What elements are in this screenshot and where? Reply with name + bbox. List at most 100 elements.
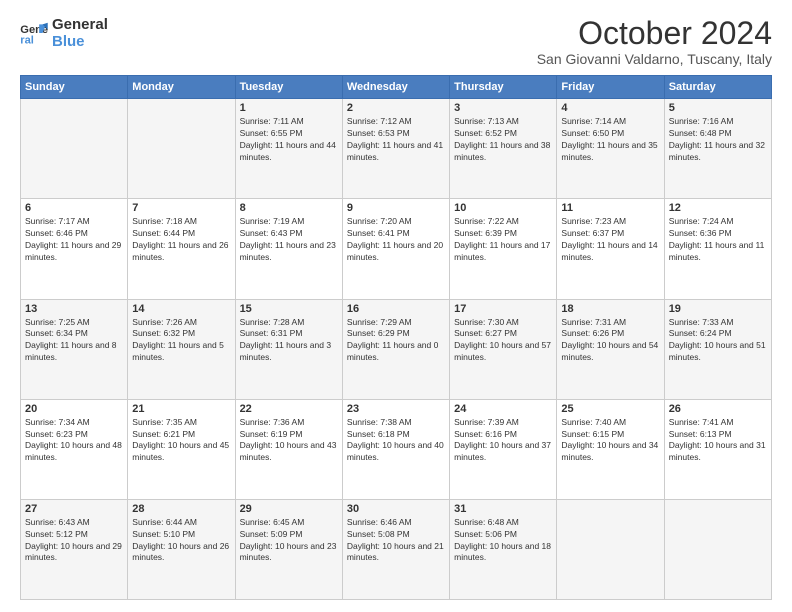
day-detail: Sunrise: 7:38 AMSunset: 6:18 PMDaylight:… [347, 417, 445, 465]
calendar-cell: 14Sunrise: 7:26 AMSunset: 6:32 PMDayligh… [128, 299, 235, 399]
calendar-cell: 2Sunrise: 7:12 AMSunset: 6:53 PMDaylight… [342, 99, 449, 199]
day-number: 30 [347, 503, 445, 515]
day-number: 10 [454, 202, 552, 214]
calendar-cell [128, 99, 235, 199]
day-detail: Sunrise: 7:11 AMSunset: 6:55 PMDaylight:… [240, 116, 338, 164]
calendar-cell: 3Sunrise: 7:13 AMSunset: 6:52 PMDaylight… [450, 99, 557, 199]
weekday-header-row: SundayMondayTuesdayWednesdayThursdayFrid… [21, 76, 772, 99]
day-detail: Sunrise: 6:46 AMSunset: 5:08 PMDaylight:… [347, 517, 445, 565]
day-number: 1 [240, 102, 338, 114]
calendar-cell: 7 Sunrise: 7:18 AMSunset: 6:44 PMDaylight… [128, 199, 235, 299]
day-number: 28 [132, 503, 230, 515]
day-detail: Sunrise: 6:43 AMSunset: 5:12 PMDaylight:… [25, 517, 123, 565]
calendar-cell [664, 499, 771, 599]
weekday-header-friday: Friday [557, 76, 664, 99]
day-number: 15 [240, 303, 338, 315]
day-number: 9 [347, 202, 445, 214]
calendar-cell: 11 Sunrise: 7:23 AMSunset: 6:37 PMDayligh… [557, 199, 664, 299]
day-detail: Sunrise: 7:28 AMSunset: 6:31 PMDaylight:… [240, 317, 338, 365]
day-detail: Sunrise: 7:40 AMSunset: 6:15 PMDaylight:… [561, 417, 659, 465]
calendar-cell: 28 Sunrise: 6:44 AMSunset: 5:10 PMDayligh… [128, 499, 235, 599]
header: Gene ral General Blue October 2024 San G… [20, 16, 772, 67]
day-detail: Sunrise: 6:44 AMSunset: 5:10 PMDaylight:… [132, 517, 230, 565]
day-detail: Sunrise: 7:12 AMSunset: 6:53 PMDaylight:… [347, 116, 445, 164]
day-detail: Sunrise: 7:16 AMSunset: 6:48 PMDaylight:… [669, 116, 767, 164]
page: Gene ral General Blue October 2024 San G… [0, 0, 792, 612]
day-number: 6 [25, 202, 123, 214]
calendar-cell: 5 Sunrise: 7:16 AMSunset: 6:48 PMDaylight… [664, 99, 771, 199]
calendar-cell: 13Sunrise: 7:25 AMSunset: 6:34 PMDayligh… [21, 299, 128, 399]
day-number: 13 [25, 303, 123, 315]
day-detail: Sunrise: 7:33 AMSunset: 6:24 PMDaylight:… [669, 317, 767, 365]
day-number: 22 [240, 403, 338, 415]
day-number: 27 [25, 503, 123, 515]
day-detail: Sunrise: 7:18 AMSunset: 6:44 PMDaylight:… [132, 216, 230, 264]
logo-text-block: General Blue [52, 16, 108, 51]
day-number: 29 [240, 503, 338, 515]
day-number: 31 [454, 503, 552, 515]
calendar-header: SundayMondayTuesdayWednesdayThursdayFrid… [21, 76, 772, 99]
day-detail: Sunrise: 6:45 AMSunset: 5:09 PMDaylight:… [240, 517, 338, 565]
day-detail: Sunrise: 6:48 AMSunset: 5:06 PMDaylight:… [454, 517, 552, 565]
day-number: 26 [669, 403, 767, 415]
day-number: 12 [669, 202, 767, 214]
title-block: October 2024 San Giovanni Valdarno, Tusc… [537, 16, 772, 67]
day-detail: Sunrise: 7:36 AMSunset: 6:19 PMDaylight:… [240, 417, 338, 465]
day-detail: Sunrise: 7:41 AMSunset: 6:13 PMDaylight:… [669, 417, 767, 465]
day-number: 18 [561, 303, 659, 315]
day-number: 17 [454, 303, 552, 315]
calendar-cell: 6 Sunrise: 7:17 AMSunset: 6:46 PMDaylight… [21, 199, 128, 299]
calendar-cell: 21 Sunrise: 7:35 AMSunset: 6:21 PMDayligh… [128, 399, 235, 499]
calendar-cell: 18 Sunrise: 7:31 AMSunset: 6:26 PMDayligh… [557, 299, 664, 399]
day-number: 3 [454, 102, 552, 114]
calendar-cell: 22 Sunrise: 7:36 AMSunset: 6:19 PMDayligh… [235, 399, 342, 499]
calendar-cell: 4Sunrise: 7:14 AMSunset: 6:50 PMDaylight… [557, 99, 664, 199]
calendar-week-3: 13Sunrise: 7:25 AMSunset: 6:34 PMDayligh… [21, 299, 772, 399]
day-detail: Sunrise: 7:39 AMSunset: 6:16 PMDaylight:… [454, 417, 552, 465]
weekday-header-thursday: Thursday [450, 76, 557, 99]
calendar-cell: 8 Sunrise: 7:19 AMSunset: 6:43 PMDaylight… [235, 199, 342, 299]
day-number: 8 [240, 202, 338, 214]
calendar-cell: 29 Sunrise: 6:45 AMSunset: 5:09 PMDayligh… [235, 499, 342, 599]
day-number: 24 [454, 403, 552, 415]
day-detail: Sunrise: 7:34 AMSunset: 6:23 PMDaylight:… [25, 417, 123, 465]
calendar-cell: 24 Sunrise: 7:39 AMSunset: 6:16 PMDayligh… [450, 399, 557, 499]
day-detail: Sunrise: 7:20 AMSunset: 6:41 PMDaylight:… [347, 216, 445, 264]
day-number: 5 [669, 102, 767, 114]
location: San Giovanni Valdarno, Tuscany, Italy [537, 51, 772, 67]
day-number: 7 [132, 202, 230, 214]
calendar-cell: 12 Sunrise: 7:24 AMSunset: 6:36 PMDayligh… [664, 199, 771, 299]
calendar-cell: 31 Sunrise: 6:48 AMSunset: 5:06 PMDayligh… [450, 499, 557, 599]
calendar-week-1: 1 Sunrise: 7:11 AMSunset: 6:55 PMDaylight… [21, 99, 772, 199]
day-number: 19 [669, 303, 767, 315]
calendar-cell: 17 Sunrise: 7:30 AMSunset: 6:27 PMDayligh… [450, 299, 557, 399]
day-detail: Sunrise: 7:31 AMSunset: 6:26 PMDaylight:… [561, 317, 659, 365]
day-detail: Sunrise: 7:26 AMSunset: 6:32 PMDaylight:… [132, 317, 230, 365]
weekday-header-wednesday: Wednesday [342, 76, 449, 99]
weekday-header-tuesday: Tuesday [235, 76, 342, 99]
calendar-cell: 10Sunrise: 7:22 AMSunset: 6:39 PMDayligh… [450, 199, 557, 299]
calendar-cell: 16Sunrise: 7:29 AMSunset: 6:29 PMDayligh… [342, 299, 449, 399]
weekday-header-sunday: Sunday [21, 76, 128, 99]
calendar-cell: 27 Sunrise: 6:43 AMSunset: 5:12 PMDayligh… [21, 499, 128, 599]
day-detail: Sunrise: 7:35 AMSunset: 6:21 PMDaylight:… [132, 417, 230, 465]
calendar-cell: 26 Sunrise: 7:41 AMSunset: 6:13 PMDayligh… [664, 399, 771, 499]
calendar-cell: 1 Sunrise: 7:11 AMSunset: 6:55 PMDaylight… [235, 99, 342, 199]
day-number: 25 [561, 403, 659, 415]
calendar-week-4: 20Sunrise: 7:34 AMSunset: 6:23 PMDayligh… [21, 399, 772, 499]
day-detail: Sunrise: 7:23 AMSunset: 6:37 PMDaylight:… [561, 216, 659, 264]
logo: Gene ral General Blue [20, 16, 108, 51]
day-number: 23 [347, 403, 445, 415]
day-number: 11 [561, 202, 659, 214]
day-number: 16 [347, 303, 445, 315]
calendar-cell: 23 Sunrise: 7:38 AMSunset: 6:18 PMDayligh… [342, 399, 449, 499]
day-detail: Sunrise: 7:17 AMSunset: 6:46 PMDaylight:… [25, 216, 123, 264]
day-detail: Sunrise: 7:19 AMSunset: 6:43 PMDaylight:… [240, 216, 338, 264]
day-detail: Sunrise: 7:24 AMSunset: 6:36 PMDaylight:… [669, 216, 767, 264]
day-number: 21 [132, 403, 230, 415]
calendar-cell: 15 Sunrise: 7:28 AMSunset: 6:31 PMDayligh… [235, 299, 342, 399]
calendar-cell [21, 99, 128, 199]
day-detail: Sunrise: 7:30 AMSunset: 6:27 PMDaylight:… [454, 317, 552, 365]
calendar-week-5: 27 Sunrise: 6:43 AMSunset: 5:12 PMDayligh… [21, 499, 772, 599]
calendar-cell: 20Sunrise: 7:34 AMSunset: 6:23 PMDayligh… [21, 399, 128, 499]
